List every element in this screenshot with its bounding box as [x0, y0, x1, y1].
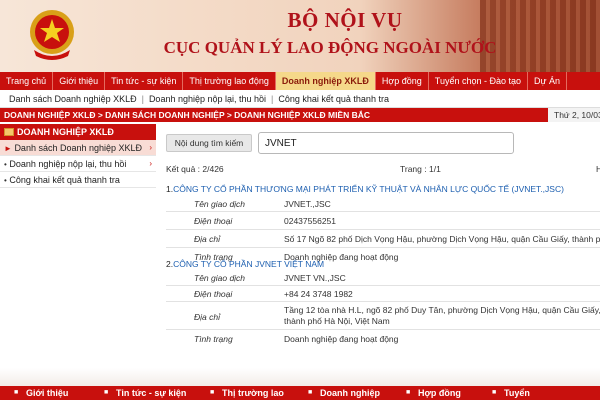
footer-item-about[interactable]: Giới thiệu — [26, 386, 68, 400]
submenu-item-inspection[interactable]: Công khai kết quả thanh tra — [273, 94, 394, 104]
page-title: BỘ NỘI VỤ — [287, 8, 403, 32]
main-menu: Trang chủ Giới thiệu Tin tức - sự kiện T… — [0, 72, 600, 90]
site-header: BỘ NỘI VỤ CỤC QUẢN LÝ LAO ĐỘNG NGOÀI NƯỚ… — [0, 0, 600, 72]
sidebar-title: DOANH NGHIỆP XKLĐ — [0, 124, 156, 140]
field-value: 02437556251 — [284, 216, 337, 226]
page-indicator: Trang : 1/1 — [400, 164, 441, 174]
results-count: Kết quả : 2/426 — [166, 164, 224, 174]
company-name: CÔNG TY CỔ PHẦN THƯƠNG MẠI PHÁT TRIỂN KỸ… — [173, 184, 564, 194]
company-field-phone: Điện thoại +84 24 3748 1982 — [166, 286, 600, 302]
field-label: Địa chỉ — [194, 234, 220, 244]
field-value: JVNET.,JSC — [284, 199, 331, 209]
page-divider — [0, 368, 600, 386]
submenu-item-list[interactable]: Danh sách Doanh nghiệp XKLĐ — [4, 94, 142, 104]
footer-item-enterprises[interactable]: Doanh nghiệp — [320, 386, 380, 400]
company-name: CÔNG TY CỔ PHẦN JVNET VIỆT NAM — [173, 259, 325, 269]
field-value: Doanh nghiệp đang hoạt động — [284, 334, 399, 344]
arrow-right-icon: ► — [4, 144, 12, 153]
company-field-status: Tình trạng Doanh nghiệp đang hoạt động — [166, 330, 600, 348]
company-field-address: Địa chỉ Số 17 Ngõ 82 phố Dịch Vọng Hậu, … — [166, 230, 600, 248]
company-name-link[interactable]: 2.CÔNG TY CỔ PHẦN JVNET VIỆT NAM — [166, 258, 600, 270]
company-entry: 1.CÔNG TY CỔ PHẦN THƯƠNG MẠI PHÁT TRIỂN … — [166, 182, 600, 266]
page-subtitle: CỤC QUẢN LÝ LAO ĐỘNG NGOÀI NƯỚC — [163, 38, 497, 57]
menu-item-recruitment[interactable]: Tuyển chọn - Đào tạo — [429, 72, 528, 90]
company-field-phone: Điện thoại 02437556251 — [166, 212, 600, 230]
chevron-right-icon: › — [149, 143, 152, 152]
sidebar-item-label: Danh sách Doanh nghiệp XKLĐ — [14, 143, 143, 153]
current-date: Thứ 2, 10/03/ — [548, 108, 600, 122]
field-value: Số 17 Ngõ 82 phố Dịch Vọng Hậu, phường D… — [284, 234, 600, 244]
bullet-icon: • — [4, 176, 7, 185]
menu-item-about[interactable]: Giới thiệu — [53, 72, 106, 90]
field-label: Địa chỉ — [194, 312, 220, 322]
field-value: Tầng 12 tòa nhà H.L, ngõ 82 phố Duy Tân,… — [284, 305, 600, 326]
company-name-link[interactable]: 1.CÔNG TY CỔ PHẦN THƯƠNG MẠI PHÁT TRIỂN … — [166, 182, 600, 196]
menu-item-labor-market[interactable]: Thị trường lao động — [183, 72, 276, 90]
field-label: Điện thoại — [194, 216, 233, 226]
sidebar: DOANH NGHIỆP XKLĐ ► Danh sách Doanh nghi… — [0, 124, 156, 188]
menu-item-contracts[interactable]: Hợp đồng — [376, 72, 429, 90]
bullet-icon: ■ — [210, 389, 215, 396]
search-row: Nội dung tìm kiếm — [166, 132, 514, 154]
footer-item-labor-market[interactable]: Thị trường lao — [222, 386, 284, 400]
chevron-right-icon: › — [149, 159, 152, 168]
sub-menu: Danh sách Doanh nghiệp XKLĐ | Doanh nghi… — [0, 90, 600, 108]
field-label: Tên giao dịch — [194, 273, 246, 283]
company-field-trade-name: Tên giao dịch JVNET VN.,JSC — [166, 270, 600, 286]
sidebar-item-list[interactable]: ► Danh sách Doanh nghiệp XKLĐ › — [0, 140, 156, 156]
sidebar-item-revoked[interactable]: • Doanh nghiệp nộp lại, thu hồi › — [0, 156, 156, 172]
field-label: Điện thoại — [194, 289, 233, 299]
bullet-icon: ■ — [406, 389, 411, 396]
company-field-trade-name: Tên giao dịch JVNET.,JSC — [166, 196, 600, 212]
menu-item-enterprises[interactable]: Doanh nghiệp XKLĐ — [275, 72, 376, 90]
field-value: +84 24 3748 1982 — [284, 289, 353, 299]
bullet-icon: • — [4, 160, 7, 169]
footer-menu: ■ Giới thiệu ■ Tin tức - sự kiện ■ Thị t… — [0, 386, 600, 400]
footer-item-recruitment[interactable]: Tuyển — [504, 386, 530, 400]
submenu-item-revoked[interactable]: Doanh nghiệp nộp lại, thu hồi — [144, 94, 271, 104]
bullet-icon: ■ — [14, 389, 19, 396]
sidebar-item-label: Doanh nghiệp nộp lại, thu hồi — [9, 159, 127, 169]
bullet-icon: ■ — [492, 389, 497, 396]
sidebar-item-inspection[interactable]: • Công khai kết quả thanh tra — [0, 172, 156, 188]
sidebar-item-label: Công khai kết quả thanh tra — [9, 175, 120, 185]
results-trailing-text: H — [596, 164, 600, 174]
breadcrumb-bar: DOANH NGHIỆP XKLĐ > DANH SÁCH DOANH NGHI… — [0, 108, 600, 122]
search-input[interactable] — [258, 132, 514, 154]
sidebar-title-label: DOANH NGHIỆP XKLĐ — [17, 127, 114, 137]
field-label: Tình trạng — [194, 334, 233, 344]
folder-icon — [4, 128, 14, 136]
breadcrumb[interactable]: DOANH NGHIỆP XKLĐ > DANH SÁCH DOANH NGHI… — [0, 108, 370, 122]
bullet-icon: ■ — [308, 389, 313, 396]
footer-item-news[interactable]: Tin tức - sự kiện — [116, 386, 186, 400]
menu-item-home[interactable]: Trang chủ — [0, 72, 54, 90]
field-value: JVNET VN.,JSC — [284, 273, 346, 283]
menu-item-news[interactable]: Tin tức - sự kiện — [105, 72, 184, 90]
bullet-icon: ■ — [104, 389, 109, 396]
company-entry: 2.CÔNG TY CỔ PHẦN JVNET VIỆT NAM Tên gia… — [166, 258, 600, 348]
menu-item-projects[interactable]: Dự Án — [528, 72, 568, 90]
main-content: Nội dung tìm kiếm Kết quả : 2/426 Trang … — [160, 124, 600, 368]
field-label: Tên giao dịch — [194, 199, 246, 209]
company-field-address: Địa chỉ Tầng 12 tòa nhà H.L, ngõ 82 phố … — [166, 302, 600, 330]
footer-item-contracts[interactable]: Hợp đồng — [418, 386, 461, 400]
search-label: Nội dung tìm kiếm — [166, 134, 252, 152]
